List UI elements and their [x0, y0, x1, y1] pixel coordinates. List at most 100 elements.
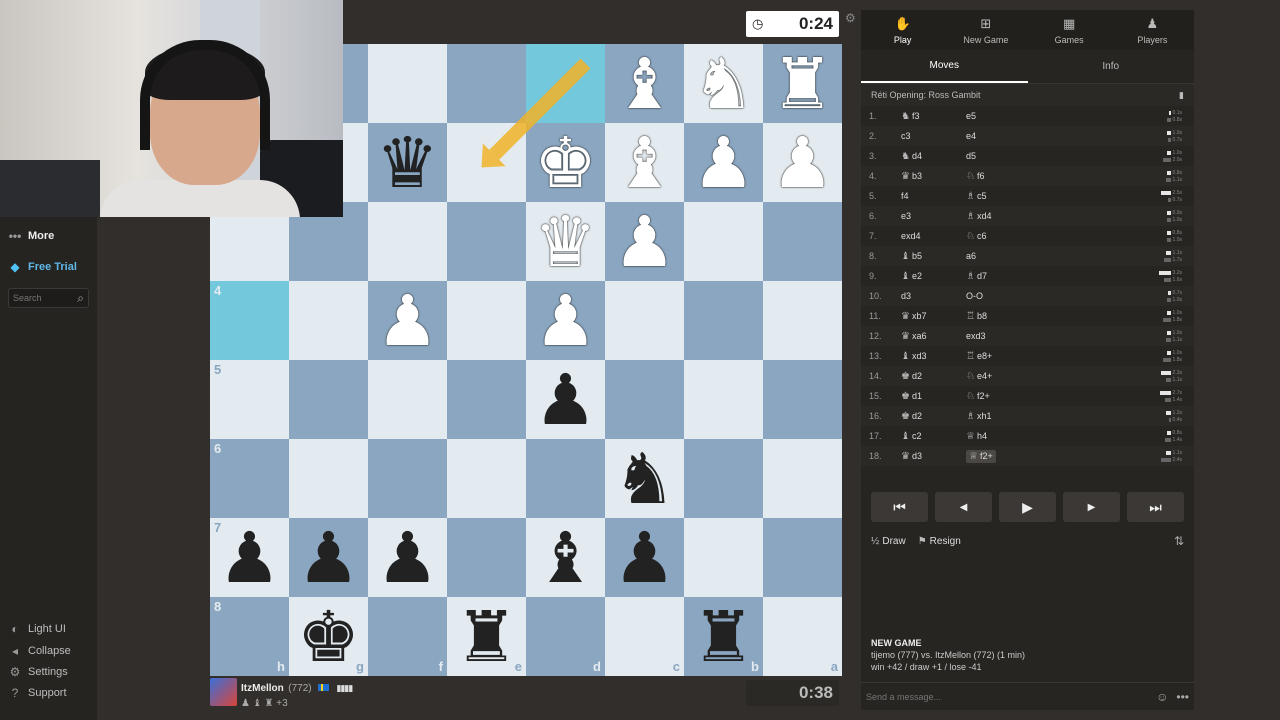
square-f1[interactable] [368, 44, 447, 123]
square-g6[interactable] [289, 439, 368, 518]
white-move[interactable]: exd4 [901, 231, 966, 241]
white-move[interactable]: ♝ xd3 [901, 351, 966, 362]
white-bishop[interactable]: ♝ [605, 123, 684, 202]
square-b7[interactable] [684, 518, 763, 597]
nav-players[interactable]: ♟ Players [1111, 10, 1194, 50]
search-input[interactable] [13, 293, 71, 303]
square-f6[interactable] [368, 439, 447, 518]
square-e4[interactable] [447, 281, 526, 360]
white-move[interactable]: ♞ d4 [901, 151, 966, 162]
square-b3[interactable] [684, 202, 763, 281]
black-move[interactable]: ♘ e4+ [966, 371, 1031, 382]
settings-link[interactable]: ⚙ Settings [8, 665, 68, 679]
white-pawn[interactable]: ♟ [684, 123, 763, 202]
square-b5[interactable] [684, 360, 763, 439]
square-a7[interactable] [763, 518, 842, 597]
square-c4[interactable] [605, 281, 684, 360]
black-move[interactable]: ♗ d7 [966, 271, 1031, 282]
square-f5[interactable] [368, 360, 447, 439]
nav-games[interactable]: ▦ Games [1028, 10, 1111, 50]
square-f8[interactable]: f [368, 597, 447, 676]
black-pawn[interactable]: ♟ [368, 518, 447, 597]
black-queen[interactable]: ♛ [368, 123, 447, 202]
square-e6[interactable] [447, 439, 526, 518]
avatar[interactable] [210, 678, 237, 706]
player-name[interactable]: ItzMellon [241, 683, 284, 694]
square-a6[interactable] [763, 439, 842, 518]
black-move[interactable]: ♖ b8 [966, 311, 1031, 322]
support-link[interactable]: ? Support [8, 686, 67, 700]
flip-board-icon[interactable]: ⇅ [1174, 534, 1184, 548]
square-c5[interactable] [605, 360, 684, 439]
board-settings-icon[interactable]: ⚙ [845, 11, 856, 25]
square-b6[interactable] [684, 439, 763, 518]
black-move[interactable]: ♘ f2+ [966, 391, 1031, 402]
white-move[interactable]: ♛ b3 [901, 171, 966, 182]
square-a8[interactable]: a [763, 597, 842, 676]
black-pawn[interactable]: ♟ [289, 518, 368, 597]
square-g5[interactable] [289, 360, 368, 439]
black-move[interactable]: ♖ e8+ [966, 351, 1031, 362]
black-rook[interactable]: ♜ [684, 597, 763, 676]
chat-input[interactable] [866, 691, 1149, 702]
black-knight[interactable]: ♞ [605, 439, 684, 518]
white-pawn[interactable]: ♟ [368, 281, 447, 360]
black-bishop[interactable]: ♝ [526, 518, 605, 597]
tab-info[interactable]: Info [1028, 50, 1195, 83]
black-move[interactable]: ♘ c6 [966, 231, 1031, 242]
resign-button[interactable]: ⚑ Resign [918, 536, 961, 547]
black-move[interactable]: ♘ f6 [966, 171, 1031, 182]
square-g4[interactable] [289, 281, 368, 360]
white-rook[interactable]: ♜ [763, 44, 842, 123]
next-button[interactable]: ▶ [1063, 492, 1120, 522]
square-e7[interactable] [447, 518, 526, 597]
square-h8[interactable]: 8h [210, 597, 289, 676]
black-pawn[interactable]: ♟ [526, 360, 605, 439]
white-move[interactable]: d3 [901, 291, 966, 301]
black-move[interactable]: d5 [966, 151, 1031, 161]
nav-play[interactable]: ✋ Play [861, 10, 944, 50]
black-pawn[interactable]: ♟ [210, 518, 289, 597]
white-knight[interactable]: ♞ [684, 44, 763, 123]
square-e1[interactable] [447, 44, 526, 123]
opening-name[interactable]: Réti Opening: Ross Gambit [871, 90, 981, 100]
square-d1[interactable] [526, 44, 605, 123]
square-a4[interactable] [763, 281, 842, 360]
black-pawn[interactable]: ♟ [605, 518, 684, 597]
black-move[interactable]: e4 [966, 131, 1031, 141]
white-move[interactable]: ♝ b5 [901, 251, 966, 262]
square-f3[interactable] [368, 202, 447, 281]
search-icon[interactable]: ⌕ [77, 291, 84, 306]
more-options-icon[interactable]: ••• [1176, 690, 1189, 704]
white-pawn[interactable]: ♟ [526, 281, 605, 360]
square-b4[interactable] [684, 281, 763, 360]
black-king[interactable]: ♚ [289, 597, 368, 676]
black-move[interactable]: e5 [966, 111, 1031, 121]
square-d6[interactable] [526, 439, 605, 518]
square-h6[interactable]: 6 [210, 439, 289, 518]
tab-moves[interactable]: Moves [861, 50, 1028, 83]
nav-new-game[interactable]: ⊞ New Game [944, 10, 1027, 50]
last-button[interactable]: ⏭ [1127, 492, 1184, 522]
white-pawn[interactable]: ♟ [605, 202, 684, 281]
white-move[interactable]: ♛ d3 [901, 451, 966, 462]
black-rook[interactable]: ♜ [447, 597, 526, 676]
black-move[interactable]: ♗ xh1 [966, 411, 1031, 422]
square-e3[interactable] [447, 202, 526, 281]
white-move[interactable]: ♛ xa6 [901, 331, 966, 342]
first-button[interactable]: ⏮ [871, 492, 928, 522]
black-move[interactable]: O-O [966, 291, 1031, 301]
white-move[interactable]: ♝ c2 [901, 431, 966, 442]
more-menu[interactable]: ••• More [8, 229, 55, 243]
black-move[interactable]: ♗ xd4 [966, 211, 1031, 222]
white-move[interactable]: ♚ d1 [901, 391, 966, 402]
square-h5[interactable]: 5 [210, 360, 289, 439]
search-box[interactable]: ⌕ [8, 288, 89, 308]
play-button[interactable]: ▶ [999, 492, 1056, 522]
square-e5[interactable] [447, 360, 526, 439]
white-move[interactable]: ♝ e2 [901, 271, 966, 282]
prev-button[interactable]: ◀ [935, 492, 992, 522]
book-icon[interactable]: ▮ [1179, 90, 1184, 101]
white-move[interactable]: ♚ d2 [901, 371, 966, 382]
white-move[interactable]: ♞ f3 [901, 111, 966, 122]
